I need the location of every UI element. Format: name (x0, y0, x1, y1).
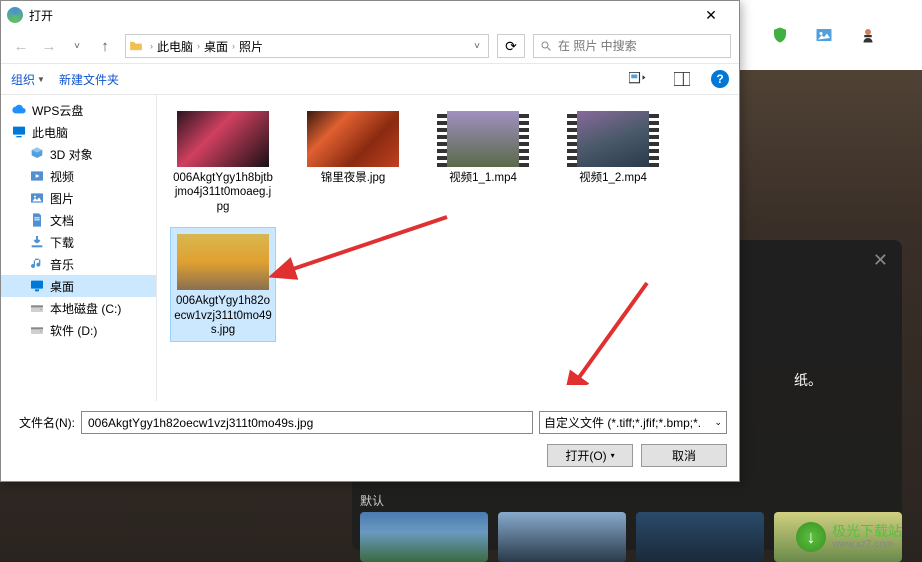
filename-label: 文件名(N): (13, 414, 75, 431)
file-item[interactable]: 视频1_2.mp4 (561, 105, 665, 218)
filename-input[interactable] (81, 411, 533, 434)
downloads-icon (29, 234, 45, 250)
file-label: 视频1_1.mp4 (447, 171, 519, 189)
file-item[interactable]: 视频1_1.mp4 (431, 105, 535, 218)
address-dropdown[interactable]: ˅ (466, 41, 488, 52)
organize-menu[interactable]: 组织 ▼ (11, 71, 45, 88)
tree-item-3d[interactable]: 3D 对象 (1, 143, 156, 165)
breadcrumb: › 此电脑 › 桌面 › 照片 (146, 38, 466, 55)
thumbnail (307, 111, 399, 167)
refresh-button[interactable]: ⟳ (497, 34, 525, 58)
search-input[interactable] (558, 39, 724, 53)
dialog-footer: 文件名(N): 自定义文件 (*.tiff;*.jfif;*.bmp;*. ⌄ … (1, 401, 739, 481)
file-label: 006AkgtYgy1h82oecw1vzj311t0mo49s.jpg (171, 294, 275, 341)
help-button[interactable]: ? (711, 70, 729, 88)
dialog-title: 打开 (29, 7, 689, 24)
tree-label: 视频 (50, 168, 74, 185)
new-folder-button[interactable]: 新建文件夹 (59, 71, 119, 88)
tree-label: 图片 (50, 190, 74, 207)
tree-item-music[interactable]: 音乐 (1, 253, 156, 275)
drive-icon (29, 322, 45, 338)
file-item[interactable]: 锦里夜景.jpg (301, 105, 405, 218)
docs-icon (29, 212, 45, 228)
pc-icon (11, 124, 27, 140)
view-menu[interactable] (623, 68, 653, 90)
desktop-icon (29, 278, 45, 294)
brand-logo-icon: ↓ (796, 522, 826, 552)
file-label: 锦里夜景.jpg (319, 171, 388, 189)
tree-item-drive[interactable]: 本地磁盘 (C:) (1, 297, 156, 319)
brand-url: www.xz7.com (832, 539, 902, 551)
3d-icon (29, 146, 45, 162)
tree-item-docs[interactable]: 文档 (1, 209, 156, 231)
file-item[interactable]: 006AkgtYgy1h82oecw1vzj311t0mo49s.jpg (171, 228, 275, 341)
crumb[interactable]: 照片 (239, 38, 263, 55)
wallpaper-thumb[interactable] (636, 512, 764, 562)
cloud-icon (11, 102, 27, 118)
close-button[interactable]: ✕ (689, 1, 733, 29)
wallpaper-thumb[interactable] (360, 512, 488, 562)
file-open-dialog: 打开 ✕ ← → ˅ ↑ › 此电脑 › 桌面 › 照片 ˅ ⟳ (0, 0, 740, 482)
search-box[interactable] (533, 34, 731, 58)
tree-item-downloads[interactable]: 下载 (1, 231, 156, 253)
preview-pane-button[interactable] (667, 68, 697, 90)
brand: ↓ 极光下载站 www.xz7.com (796, 522, 902, 552)
tree-item-cloud[interactable]: WPS云盘 (1, 99, 156, 121)
cancel-button[interactable]: 取消 (641, 444, 727, 467)
tree-item-pictures[interactable]: 图片 (1, 187, 156, 209)
thumbnail (177, 234, 269, 290)
thumbnail (177, 111, 269, 167)
close-icon[interactable]: ✕ (873, 250, 888, 271)
video-icon (29, 168, 45, 184)
drive-icon (29, 300, 45, 316)
file-label: 006AkgtYgy1h8bjtbjmo4j311t0moaeg.jpg (171, 171, 275, 218)
file-grid[interactable]: 006AkgtYgy1h8bjtbjmo4j311t0moaeg.jpg 锦里夜景… (157, 95, 739, 401)
recent-dropdown[interactable]: ˅ (65, 34, 89, 58)
tree-item-desktop[interactable]: 桌面 (1, 275, 156, 297)
tree-label: 3D 对象 (50, 146, 93, 163)
thumbnail (437, 111, 529, 167)
tree-label: 此电脑 (32, 124, 68, 141)
file-label: 视频1_2.mp4 (577, 171, 649, 189)
back-button[interactable]: ← (9, 34, 33, 58)
open-button[interactable]: 打开(O)▾ (547, 444, 633, 467)
forward-button[interactable]: → (37, 34, 61, 58)
picture-icon (815, 26, 833, 44)
tree-label: 下载 (50, 234, 74, 251)
tree-label: WPS云盘 (32, 102, 83, 119)
address-bar[interactable]: › 此电脑 › 桌面 › 照片 ˅ (125, 34, 489, 58)
music-icon (29, 256, 45, 272)
toolbar: 组织 ▼ 新建文件夹 ? (1, 63, 739, 95)
sidebar: WPS云盘此电脑 3D 对象视频图片文档下载音乐桌面本地磁盘 (C:) 软件 (D:… (1, 95, 157, 401)
bg-text: 纸。 (794, 370, 822, 390)
tree-item-video[interactable]: 视频 (1, 165, 156, 187)
tree-label: 桌面 (50, 278, 74, 295)
wallpaper-thumb[interactable] (498, 512, 626, 562)
brand-name: 极光下载站 (832, 523, 902, 540)
crumb[interactable]: 此电脑 (157, 38, 193, 55)
app-icon (7, 7, 23, 23)
pictures-icon (29, 190, 45, 206)
filetype-filter[interactable]: 自定义文件 (*.tiff;*.jfif;*.bmp;*. ⌄ (539, 411, 727, 434)
tree-item-drive[interactable]: 软件 (D:) (1, 319, 156, 341)
tree-item-pc[interactable]: 此电脑 (1, 121, 156, 143)
titlebar: 打开 ✕ (1, 1, 739, 29)
folder-icon (126, 39, 146, 53)
default-label: 默认 (360, 492, 384, 509)
tree-label: 文档 (50, 212, 74, 229)
nav-bar: ← → ˅ ↑ › 此电脑 › 桌面 › 照片 ˅ ⟳ (1, 29, 739, 63)
file-item[interactable]: 006AkgtYgy1h8bjtbjmo4j311t0moaeg.jpg (171, 105, 275, 218)
tree-label: 音乐 (50, 256, 74, 273)
crumb[interactable]: 桌面 (204, 38, 228, 55)
tree-label: 软件 (D:) (50, 322, 97, 339)
tree-label: 本地磁盘 (C:) (50, 300, 121, 317)
thumbnail (567, 111, 659, 167)
shield-icon (771, 26, 789, 44)
search-icon (540, 40, 552, 52)
person-icon (859, 26, 877, 44)
up-button[interactable]: ↑ (93, 34, 117, 58)
